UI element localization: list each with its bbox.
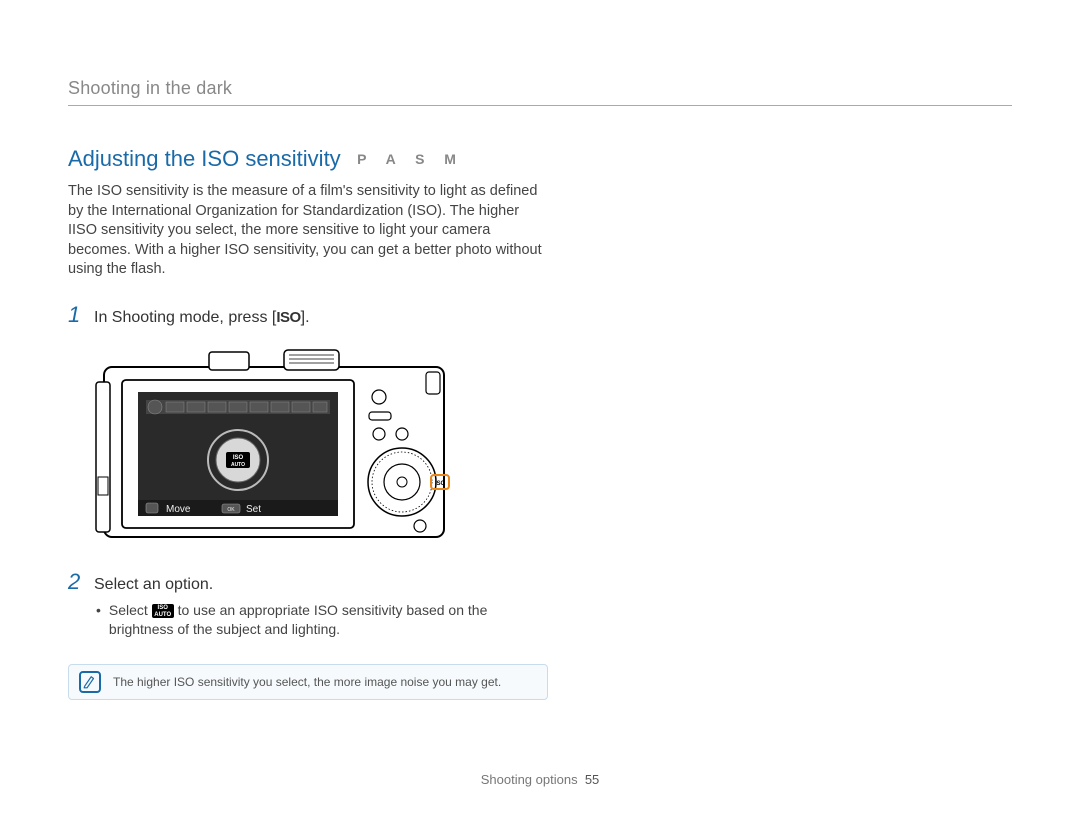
svg-text:AUTO: AUTO	[231, 462, 245, 468]
iso-icon: ISO	[276, 309, 300, 326]
svg-text:Move: Move	[166, 504, 191, 515]
step-number: 2	[68, 569, 84, 595]
page-footer: Shooting options 55	[0, 772, 1080, 787]
step-text: In Shooting mode, press [ISO].	[94, 309, 310, 327]
mode-indicators: P A S M	[357, 151, 464, 167]
section-heading-row: Adjusting the ISO sensitivity P A S M	[68, 146, 548, 172]
note-icon	[79, 671, 101, 693]
step-text-prefix: In Shooting mode, press [	[94, 309, 276, 326]
svg-text:OK: OK	[227, 507, 235, 513]
note-text: The higher ISO sensitivity you select, t…	[113, 675, 501, 689]
svg-text:ISO: ISO	[435, 481, 446, 487]
bullet-dot-icon: •	[96, 601, 101, 640]
section-intro: The ISO sensitivity is the measure of a …	[68, 182, 548, 280]
breadcrumb: Shooting in the dark	[68, 78, 1012, 106]
step-bullet: • Select ISOAUTO to use an appropriate I…	[96, 601, 548, 640]
section-title: Adjusting the ISO sensitivity	[68, 146, 341, 171]
bullet-prefix: Select	[109, 602, 152, 618]
footer-label: Shooting options	[481, 772, 578, 787]
svg-text:ISO: ISO	[233, 455, 244, 461]
step-text-suffix: ].	[301, 309, 310, 326]
svg-text:Set: Set	[246, 504, 261, 515]
step-number: 1	[68, 302, 84, 328]
step-text: Select an option.	[94, 576, 213, 594]
footer-page-number: 55	[585, 772, 599, 787]
note-box: The higher ISO sensitivity you select, t…	[68, 664, 548, 700]
step-1: 1 In Shooting mode, press [ISO].	[68, 302, 548, 547]
camera-illustration: ISO AUTO Move OK Set	[94, 342, 548, 547]
iso-auto-icon: ISOAUTO	[152, 604, 174, 618]
step-2: 2 Select an option. • Select ISOAUTO to …	[68, 569, 548, 640]
